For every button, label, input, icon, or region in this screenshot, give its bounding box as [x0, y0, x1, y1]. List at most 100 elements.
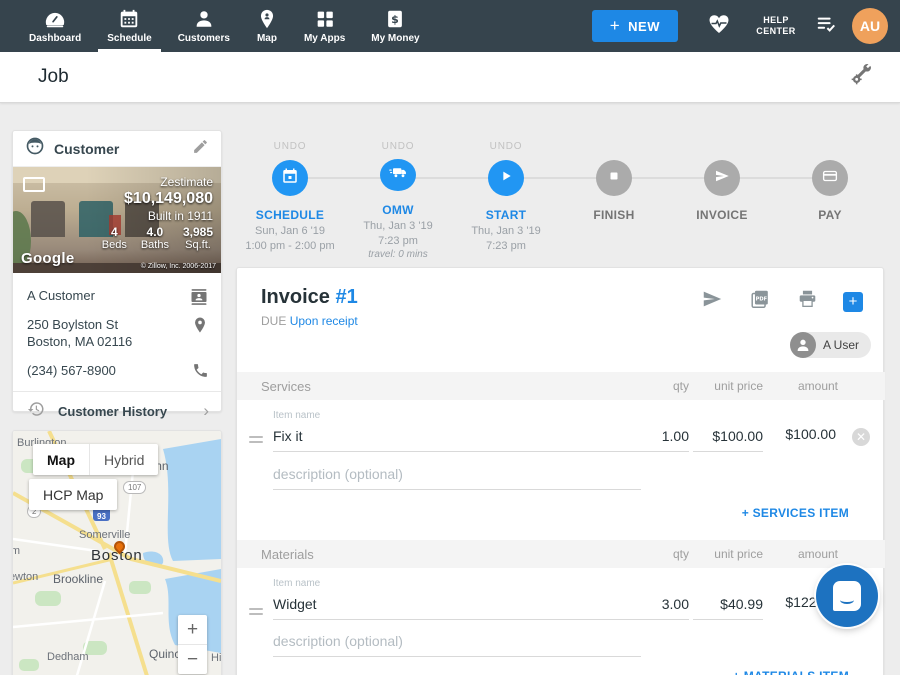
materials-title: Materials [261, 547, 314, 562]
map-label: Somerville [79, 529, 130, 541]
material-description-field[interactable]: description (optional) [273, 633, 641, 657]
health-heart-icon[interactable] [706, 12, 732, 41]
step-label: START [486, 208, 527, 222]
google-watermark: Google [21, 250, 74, 267]
customer-history-button[interactable]: Customer History › [13, 392, 221, 430]
item-name-label: Item name [273, 578, 320, 589]
person-icon [193, 8, 215, 30]
drag-handle[interactable] [249, 608, 263, 618]
edit-pencil-icon[interactable] [192, 138, 209, 160]
send-icon [713, 167, 731, 190]
zoom-out-button[interactable]: − [178, 645, 207, 674]
nav-item-dashboard[interactable]: Dashboard [16, 0, 94, 52]
step-time: 7:23 pm [486, 240, 526, 252]
customer-card: Customer Zestimate $10,149,080 Built in … [12, 130, 222, 412]
pdf-icon[interactable]: PDF [748, 288, 772, 315]
step-label: PAY [818, 208, 842, 222]
property-photo: Zestimate $10,149,080 Built in 1911 4Bed… [13, 167, 221, 273]
timeline-step-invoice: INVOICE [668, 130, 776, 260]
map-zoom-control: + − [178, 615, 207, 674]
route-shield: 107 [123, 481, 146, 494]
undo-schedule-button[interactable]: UNDO [274, 141, 307, 155]
zoom-in-button[interactable]: + [178, 615, 207, 644]
invoice-title: Invoice #1 [261, 286, 358, 309]
calendar-icon [118, 8, 140, 30]
schedule-step-button[interactable] [272, 160, 308, 196]
invoice-number[interactable]: #1 [335, 286, 357, 308]
due-terms-link[interactable]: Upon receipt [290, 314, 358, 328]
new-button[interactable]: + NEW [592, 10, 678, 42]
phone-icon[interactable] [192, 362, 209, 384]
step-date: Thu, Jan 3 '19 [363, 220, 432, 232]
item-name-label: Item name [273, 410, 320, 421]
help-center-button[interactable]: HELP CENTER [748, 15, 804, 38]
undo-omw-button[interactable]: UNDO [382, 141, 415, 154]
map-pin-icon [256, 8, 278, 30]
service-item-name-field[interactable]: Fix it [273, 428, 641, 452]
service-qty-field[interactable]: 1.00 [621, 428, 689, 452]
hcp-map-button[interactable]: HCP Map [29, 479, 117, 510]
nav-label: My Money [371, 33, 419, 44]
print-icon[interactable] [796, 288, 819, 315]
nav-item-my-apps[interactable]: My Apps [291, 0, 358, 52]
material-item-name-field[interactable]: Widget [273, 596, 641, 620]
plus-icon: + [610, 16, 620, 36]
invoice-card: Invoice #1 DUE Upon receipt PDF + A User… [236, 267, 884, 675]
dashboard-icon [44, 8, 66, 30]
map-card: Burlington Lynn Somerville Waltham Bosto… [12, 430, 222, 675]
delete-service-item-button[interactable]: ✕ [852, 428, 870, 446]
user-avatar[interactable]: AU [852, 8, 888, 44]
step-label: FINISH [593, 208, 634, 222]
customer-card-title: Customer [54, 141, 119, 157]
nav-item-schedule[interactable]: Schedule [94, 0, 164, 52]
drag-handle[interactable] [249, 436, 263, 446]
service-unit-price-field[interactable]: $100.00 [693, 428, 763, 452]
nav-label: Dashboard [29, 33, 81, 44]
map-label: Brookline [53, 572, 103, 586]
step-travel-note: travel: 0 mins [368, 249, 427, 260]
nav-label: My Apps [304, 33, 345, 44]
page-title: Job [38, 66, 69, 88]
material-unit-price-field[interactable]: $40.99 [693, 596, 763, 620]
zestimate-overlay: Zestimate $10,149,080 Built in 1911 4Bed… [102, 175, 213, 251]
customer-phone-row: (234) 567-8900 [13, 358, 221, 387]
credit-card-icon[interactable] [812, 160, 848, 196]
nav-item-map[interactable]: Map [243, 0, 291, 52]
service-description-field[interactable]: description (optional) [273, 466, 641, 490]
photo-copyright: © Zillow, Inc. 2006-2017 [141, 263, 216, 270]
chat-bubble-icon [833, 581, 861, 611]
location-pin-icon[interactable] [191, 316, 209, 339]
invoice-step-button[interactable] [704, 160, 740, 196]
truck-icon [388, 162, 408, 187]
chat-launcher-button[interactable] [816, 565, 878, 627]
task-list-icon[interactable] [814, 13, 838, 40]
amount-column-header: amount [798, 379, 838, 393]
assignee-name: A User [823, 338, 859, 352]
job-tools-icon[interactable] [848, 62, 874, 93]
material-qty-field[interactable]: 3.00 [621, 596, 689, 620]
add-services-item-button[interactable]: + SERVICES ITEM [742, 506, 849, 520]
map-type-map-button[interactable]: Map [33, 444, 89, 475]
send-invoice-icon[interactable] [700, 288, 724, 315]
nav-item-my-money[interactable]: $ My Money [358, 0, 432, 52]
map-label: Hingham [211, 652, 222, 664]
undo-start-button[interactable]: UNDO [490, 141, 523, 155]
services-title: Services [261, 379, 311, 394]
map-type-hybrid-button[interactable]: Hybrid [90, 444, 158, 475]
timeline-step-omw: UNDO OMW Thu, Jan 3 '19 7:23 pm travel: … [344, 130, 452, 260]
street-view-icon[interactable] [23, 177, 45, 192]
customer-name-row: A Customer [13, 283, 221, 312]
timeline-step-start: UNDO START Thu, Jan 3 '19 7:23 pm [452, 130, 560, 260]
finish-step-button[interactable] [596, 160, 632, 196]
add-invoice-button[interactable]: + [843, 292, 863, 312]
step-label: OMW [382, 203, 414, 217]
money-icon: $ [384, 8, 406, 30]
add-materials-item-button[interactable]: + MATERIALS ITEM [733, 669, 849, 675]
omw-step-button[interactable] [380, 159, 416, 191]
assignee-pill[interactable]: A User [790, 332, 871, 358]
svg-text:PDF: PDF [756, 296, 768, 302]
contact-card-icon[interactable] [189, 287, 209, 312]
nav-item-customers[interactable]: Customers [165, 0, 243, 52]
property-stats: 4Beds 4.0Baths 3,985Sq.ft. [102, 225, 213, 251]
start-step-button[interactable] [488, 160, 524, 196]
